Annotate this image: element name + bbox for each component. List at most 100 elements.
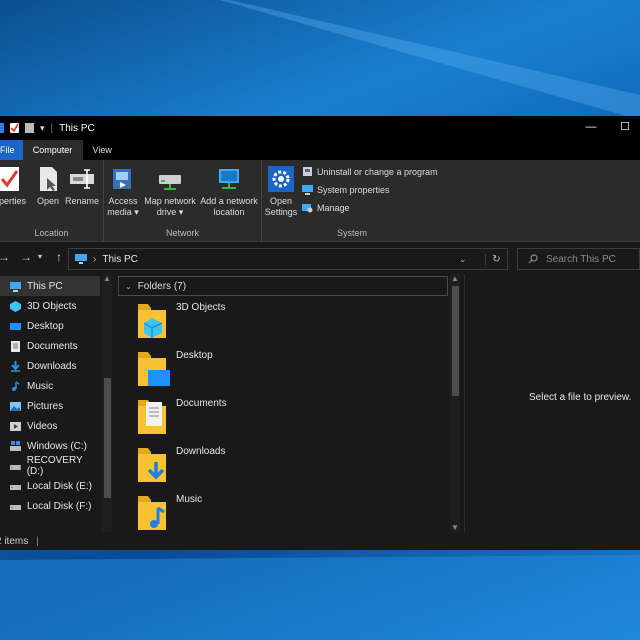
- tab-view[interactable]: View: [83, 140, 122, 160]
- sidebar-item-label: Pictures: [27, 400, 64, 412]
- scroll-up-icon[interactable]: ▲: [103, 274, 111, 283]
- access-media-label-2: media ▾: [107, 207, 139, 217]
- map-network-drive-icon: [159, 175, 181, 190]
- sidebar-item-label: Videos: [27, 420, 58, 432]
- customize-toolbar-icon[interactable]: ▾: [40, 123, 45, 134]
- scrollbar-thumb[interactable]: [452, 286, 459, 396]
- window-controls: — ☐: [572, 116, 640, 140]
- sidebar-item-3d-objects[interactable]: 3D Objects: [0, 296, 100, 316]
- tab-file[interactable]: File: [0, 140, 23, 160]
- sidebar-item-label: Music: [27, 380, 54, 392]
- tab-computer[interactable]: Computer: [22, 140, 83, 160]
- sidebar-item-music[interactable]: Music: [0, 376, 100, 396]
- breadcrumb-separator-icon: ›: [93, 253, 97, 265]
- access-media-icon: [113, 169, 131, 189]
- list-item[interactable]: 3D Objects: [136, 300, 436, 346]
- open-settings-label-1: Open: [269, 196, 293, 206]
- sidebar-item-windows-c[interactable]: Windows (C:): [0, 436, 100, 456]
- sidebar-item-label: Downloads: [27, 360, 77, 372]
- folder-name: Desktop: [176, 350, 213, 361]
- app-icon: [0, 123, 4, 133]
- rename-button[interactable]: Rename: [64, 166, 100, 207]
- folder-name: Music: [176, 494, 203, 505]
- desktop-icon: [10, 322, 21, 330]
- folders-group-header[interactable]: ⌄ Folders (7): [118, 276, 448, 296]
- system-properties-button[interactable]: System properties: [302, 184, 390, 195]
- properties-icon: [0, 167, 19, 191]
- address-bar-row: → → ▾ ↑ › This PC ⌄ ↻ Search This PC: [0, 242, 640, 274]
- uninstall-program-button[interactable]: Uninstall or change a program: [302, 166, 438, 177]
- address-dropdown-icon[interactable]: ⌄: [459, 254, 479, 265]
- open-label: Open: [36, 196, 60, 206]
- music-icon: [12, 380, 20, 391]
- properties-quick-icon[interactable]: [10, 123, 19, 133]
- rename-icon: [70, 169, 94, 189]
- downloads-folder-icon: [138, 448, 166, 482]
- access-media-button[interactable]: Access media ▾: [106, 166, 140, 218]
- sidebar-item-local-disk-e[interactable]: Local Disk (E:): [0, 476, 100, 496]
- back-arrow-icon[interactable]: →: [0, 250, 10, 264]
- ribbon-group-location: operties Open Rename Location: [0, 160, 104, 242]
- sidebar-item-videos[interactable]: Videos: [0, 416, 100, 436]
- file-list-scrollbar[interactable]: ▲ ▼: [450, 274, 460, 532]
- sidebar-item-local-disk-f[interactable]: Local Disk (F:): [0, 496, 100, 516]
- window-title: This PC: [59, 122, 95, 134]
- refresh-icon[interactable]: ↻: [485, 253, 507, 265]
- system-properties-icon: [302, 185, 313, 195]
- settings-gear-icon: [268, 166, 294, 192]
- sidebar-item-pictures[interactable]: Pictures: [0, 396, 100, 416]
- sidebar-item-label: Local Disk (F:): [27, 500, 92, 512]
- rename-label: Rename: [64, 196, 100, 206]
- scroll-up-icon[interactable]: ▲: [451, 274, 459, 283]
- status-bar: 2 items |: [0, 532, 640, 550]
- open-icon: [40, 167, 57, 191]
- navigation-pane: This PC 3D Objects Desktop Documents Dow…: [0, 274, 114, 532]
- drive-icon: [10, 504, 21, 510]
- minimize-button[interactable]: —: [572, 116, 610, 140]
- forward-arrow-icon[interactable]: →: [20, 250, 32, 264]
- separator: |: [50, 122, 54, 134]
- properties-button[interactable]: operties: [0, 166, 28, 207]
- address-box[interactable]: › This PC ⌄ ↻: [68, 248, 508, 270]
- new-folder-quick-icon[interactable]: [25, 123, 34, 133]
- title-bar: ▾ | This PC — ☐: [0, 116, 640, 140]
- drive-icon: [10, 464, 21, 470]
- file-explorer-window: ▾ | This PC — ☐ File Computer View opert…: [0, 116, 640, 550]
- manage-button[interactable]: Manage: [302, 202, 350, 213]
- videos-icon: [10, 421, 21, 431]
- list-item[interactable]: Desktop: [136, 348, 436, 394]
- scroll-down-icon[interactable]: ▼: [451, 523, 459, 532]
- drive-icon: [10, 484, 21, 490]
- map-network-drive-label-1: Map network: [144, 196, 196, 206]
- navigation-scrollbar[interactable]: ▲: [102, 274, 112, 532]
- recent-locations-chevron-icon[interactable]: ▾: [38, 252, 42, 261]
- list-item[interactable]: Downloads: [136, 444, 436, 490]
- pictures-icon: [10, 401, 21, 411]
- folder-name: Documents: [176, 398, 227, 409]
- map-network-drive-button[interactable]: Map network drive ▾: [142, 166, 198, 218]
- group-header-label: Folders (7): [137, 280, 187, 292]
- collapse-chevron-icon[interactable]: ⌄: [125, 282, 132, 291]
- windows-drive-icon: [10, 440, 21, 451]
- documents-icon: [11, 340, 20, 352]
- sidebar-item-documents[interactable]: Documents: [0, 336, 100, 356]
- uninstall-program-label: Uninstall or change a program: [317, 166, 438, 177]
- manage-label: Manage: [317, 202, 350, 213]
- preview-pane: Select a file to preview.: [464, 274, 640, 532]
- search-input[interactable]: Search This PC: [517, 248, 640, 270]
- sidebar-item-recovery-d[interactable]: RECOVERY (D:): [0, 455, 100, 477]
- add-network-location-button[interactable]: Add a network location: [198, 166, 260, 218]
- map-network-drive-label-2: drive ▾: [156, 207, 184, 217]
- properties-label: operties: [0, 196, 27, 206]
- sidebar-item-this-pc[interactable]: This PC: [0, 276, 100, 296]
- music-folder-icon: [138, 496, 166, 530]
- access-media-label-1: Access: [108, 196, 138, 206]
- open-settings-button[interactable]: Open Settings: [264, 166, 298, 218]
- scrollbar-thumb[interactable]: [104, 378, 111, 498]
- sidebar-item-desktop[interactable]: Desktop: [0, 316, 100, 336]
- up-arrow-icon[interactable]: ↑: [56, 250, 62, 264]
- maximize-button[interactable]: ☐: [610, 116, 640, 140]
- list-item[interactable]: Documents: [136, 396, 436, 442]
- sidebar-item-downloads[interactable]: Downloads: [0, 356, 100, 376]
- open-button[interactable]: Open: [34, 166, 62, 207]
